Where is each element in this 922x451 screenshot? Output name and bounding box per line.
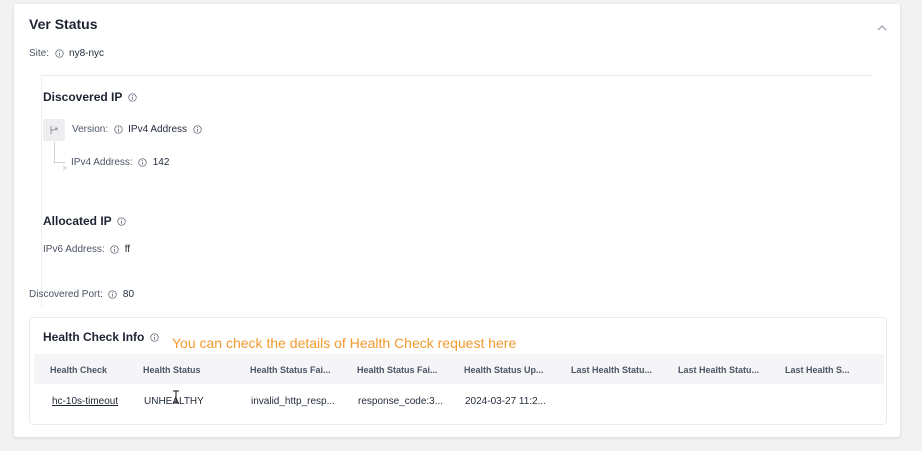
allocated-ip-title: Allocated IP: [43, 214, 132, 228]
info-icon[interactable]: [149, 332, 159, 342]
info-icon[interactable]: [192, 125, 202, 135]
section-title: Ver Status: [29, 16, 98, 32]
ipv4-value: 142: [152, 157, 170, 168]
failure-reason-cell: invalid_http_resp...: [251, 396, 335, 407]
info-icon[interactable]: [117, 216, 127, 226]
ipv4-label: IPv4 Address:: [71, 157, 133, 168]
info-icon[interactable]: [138, 158, 148, 168]
arrow-right-icon: [62, 158, 68, 171]
ipv6-label: IPv6 Address:: [43, 244, 105, 255]
column-header[interactable]: Health Status Fai...: [250, 365, 331, 375]
failure-detail-cell: response_code:3...: [358, 396, 444, 407]
ipv6-row: IPv6 Address: ff: [43, 244, 130, 255]
version-label: Version:: [72, 124, 109, 135]
discovered-port-value: 80: [122, 289, 135, 300]
health-check-link[interactable]: hc-10s-timeout: [52, 396, 118, 407]
info-icon[interactable]: [110, 245, 120, 255]
column-header[interactable]: Health Status Fai...: [357, 365, 438, 375]
site-value: ny8-nyc: [69, 48, 105, 59]
updated-cell: 2024-03-27 11:2...: [465, 396, 546, 407]
ipv4-row: IPv4 Address: 142: [71, 157, 169, 168]
branch-icon: [43, 119, 65, 141]
discovered-port-label: Discovered Port:: [29, 289, 103, 300]
text-cursor-icon: [172, 390, 180, 404]
table-header: Health Check Health Status Health Status…: [34, 354, 884, 384]
ipv6-value: ff: [124, 244, 131, 255]
discovered-ip-title-text: Discovered IP: [43, 90, 123, 104]
column-header[interactable]: Health Check: [50, 365, 107, 375]
column-header[interactable]: Health Status: [143, 365, 201, 375]
info-icon[interactable]: [108, 290, 118, 300]
info-icon[interactable]: [54, 49, 64, 59]
discovered-ip-title: Discovered IP: [43, 90, 142, 104]
site-label: Site:: [29, 48, 50, 59]
column-header[interactable]: Last Health Statu...: [571, 365, 652, 375]
column-header[interactable]: Last Health S...: [785, 365, 850, 375]
site-row: Site: ny8-nyc: [29, 48, 104, 59]
divider: [41, 75, 871, 76]
version-value: IPv4 Address: [128, 124, 188, 135]
ver-status-card: Ver Status Site: ny8-nyc Discovered IP V…: [14, 4, 900, 437]
allocated-ip-title-text: Allocated IP: [43, 214, 112, 228]
info-icon[interactable]: [113, 125, 123, 135]
version-row: Version: IPv4 Address: [72, 124, 207, 135]
discovered-port-row: Discovered Port: 80: [29, 289, 134, 300]
column-header[interactable]: Last Health Statu...: [678, 365, 759, 375]
guide-tooltip: You can check the details of Health Chec…: [172, 335, 517, 351]
health-check-title: Health Check Info: [43, 330, 164, 344]
group-border: [41, 75, 42, 307]
chevron-up-icon[interactable]: [876, 20, 888, 31]
column-header[interactable]: Health Status Up...: [464, 365, 544, 375]
info-icon[interactable]: [127, 92, 137, 102]
health-check-title-text: Health Check Info: [43, 330, 145, 344]
